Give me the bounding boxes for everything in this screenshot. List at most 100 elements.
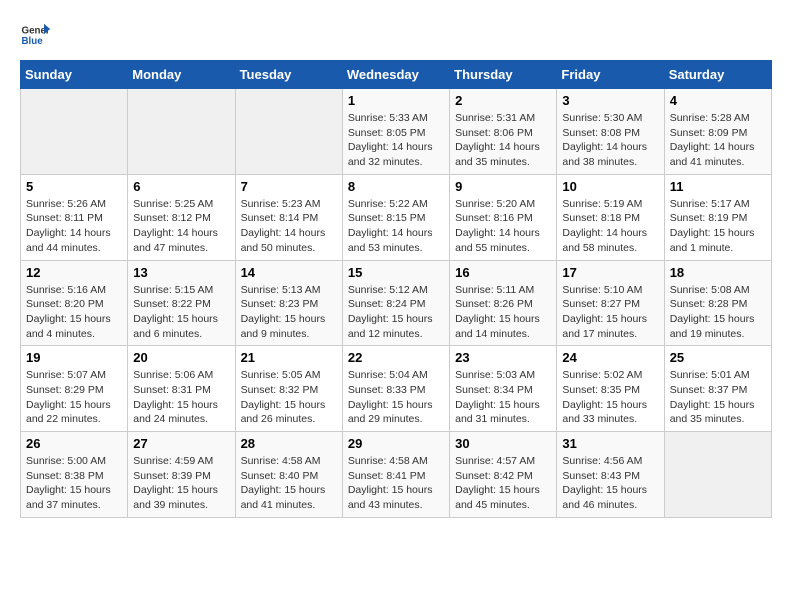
day-number: 27 xyxy=(133,436,229,451)
day-info: Sunrise: 5:10 AM Sunset: 8:27 PM Dayligh… xyxy=(562,283,658,342)
header-row: SundayMondayTuesdayWednesdayThursdayFrid… xyxy=(21,61,772,89)
day-info: Sunrise: 5:07 AM Sunset: 8:29 PM Dayligh… xyxy=(26,368,122,427)
day-info: Sunrise: 5:22 AM Sunset: 8:15 PM Dayligh… xyxy=(348,197,444,256)
day-number: 20 xyxy=(133,350,229,365)
calendar-cell: 18Sunrise: 5:08 AM Sunset: 8:28 PM Dayli… xyxy=(664,260,771,346)
day-info: Sunrise: 5:06 AM Sunset: 8:31 PM Dayligh… xyxy=(133,368,229,427)
day-info: Sunrise: 5:05 AM Sunset: 8:32 PM Dayligh… xyxy=(241,368,337,427)
day-info: Sunrise: 5:28 AM Sunset: 8:09 PM Dayligh… xyxy=(670,111,766,170)
calendar-cell: 16 Sunrise: 5:11 AM Sunset: 8:26 PM Dayli… xyxy=(450,260,557,346)
day-number: 13 xyxy=(133,265,229,280)
calendar-cell: 3 Sunrise: 5:30 AM Sunset: 8:08 PM Daylig… xyxy=(557,89,664,175)
col-header-saturday: Saturday xyxy=(664,61,771,89)
week-row-2: 5 Sunrise: 5:26 AM Sunset: 8:11 PM Daylig… xyxy=(21,174,772,260)
day-info: Sunrise: 5:17 AM Sunset: 8:19 PM Dayligh… xyxy=(670,197,766,256)
calendar-table: SundayMondayTuesdayWednesdayThursdayFrid… xyxy=(20,60,772,518)
day-info: Sunrise: 5:01 AM Sunset: 8:37 PM Dayligh… xyxy=(670,368,766,427)
calendar-cell: 20 Sunrise: 5:06 AM Sunset: 8:31 PM Dayli… xyxy=(128,346,235,432)
logo: General Blue xyxy=(20,20,50,50)
calendar-cell: 5 Sunrise: 5:26 AM Sunset: 8:11 PM Daylig… xyxy=(21,174,128,260)
day-info: Sunrise: 5:03 AM Sunset: 8:34 PM Dayligh… xyxy=(455,368,551,427)
calendar-cell: 14 Sunrise: 5:13 AM Sunset: 8:23 PM Dayli… xyxy=(235,260,342,346)
day-number: 29 xyxy=(348,436,444,451)
calendar-cell: 30 Sunrise: 4:57 AM Sunset: 8:42 PM Dayli… xyxy=(450,432,557,518)
day-number: 23 xyxy=(455,350,551,365)
calendar-cell: 6 Sunrise: 5:25 AM Sunset: 8:12 PM Daylig… xyxy=(128,174,235,260)
day-info: Sunrise: 5:30 AM Sunset: 8:08 PM Dayligh… xyxy=(562,111,658,170)
calendar-cell: 25Sunrise: 5:01 AM Sunset: 8:37 PM Dayli… xyxy=(664,346,771,432)
calendar-cell: 21 Sunrise: 5:05 AM Sunset: 8:32 PM Dayli… xyxy=(235,346,342,432)
day-number: 12 xyxy=(26,265,122,280)
col-header-friday: Friday xyxy=(557,61,664,89)
col-header-tuesday: Tuesday xyxy=(235,61,342,89)
calendar-cell: 29 Sunrise: 4:58 AM Sunset: 8:41 PM Dayli… xyxy=(342,432,449,518)
calendar-cell: 9 Sunrise: 5:20 AM Sunset: 8:16 PM Daylig… xyxy=(450,174,557,260)
day-info: Sunrise: 5:20 AM Sunset: 8:16 PM Dayligh… xyxy=(455,197,551,256)
header: General Blue xyxy=(20,20,772,50)
day-info: Sunrise: 5:11 AM Sunset: 8:26 PM Dayligh… xyxy=(455,283,551,342)
week-row-3: 12 Sunrise: 5:16 AM Sunset: 8:20 PM Dayli… xyxy=(21,260,772,346)
day-number: 28 xyxy=(241,436,337,451)
day-number: 11 xyxy=(670,179,766,194)
calendar-cell: 24 Sunrise: 5:02 AM Sunset: 8:35 PM Dayli… xyxy=(557,346,664,432)
day-number: 16 xyxy=(455,265,551,280)
day-number: 17 xyxy=(562,265,658,280)
day-number: 3 xyxy=(562,93,658,108)
day-info: Sunrise: 5:16 AM Sunset: 8:20 PM Dayligh… xyxy=(26,283,122,342)
day-info: Sunrise: 4:56 AM Sunset: 8:43 PM Dayligh… xyxy=(562,454,658,513)
day-number: 31 xyxy=(562,436,658,451)
calendar-cell: 2 Sunrise: 5:31 AM Sunset: 8:06 PM Daylig… xyxy=(450,89,557,175)
day-number: 9 xyxy=(455,179,551,194)
day-info: Sunrise: 5:02 AM Sunset: 8:35 PM Dayligh… xyxy=(562,368,658,427)
week-row-1: 1Sunrise: 5:33 AM Sunset: 8:05 PM Daylig… xyxy=(21,89,772,175)
day-info: Sunrise: 5:33 AM Sunset: 8:05 PM Dayligh… xyxy=(348,111,444,170)
day-number: 7 xyxy=(241,179,337,194)
day-info: Sunrise: 5:13 AM Sunset: 8:23 PM Dayligh… xyxy=(241,283,337,342)
day-info: Sunrise: 4:58 AM Sunset: 8:40 PM Dayligh… xyxy=(241,454,337,513)
week-row-5: 26Sunrise: 5:00 AM Sunset: 8:38 PM Dayli… xyxy=(21,432,772,518)
day-info: Sunrise: 5:31 AM Sunset: 8:06 PM Dayligh… xyxy=(455,111,551,170)
calendar-cell xyxy=(128,89,235,175)
calendar-cell: 1Sunrise: 5:33 AM Sunset: 8:05 PM Daylig… xyxy=(342,89,449,175)
calendar-cell: 12 Sunrise: 5:16 AM Sunset: 8:20 PM Dayli… xyxy=(21,260,128,346)
day-number: 10 xyxy=(562,179,658,194)
day-number: 6 xyxy=(133,179,229,194)
day-number: 21 xyxy=(241,350,337,365)
day-number: 8 xyxy=(348,179,444,194)
day-number: 15 xyxy=(348,265,444,280)
day-info: Sunrise: 5:00 AM Sunset: 8:38 PM Dayligh… xyxy=(26,454,122,513)
calendar-cell: 15 Sunrise: 5:12 AM Sunset: 8:24 PM Dayli… xyxy=(342,260,449,346)
day-number: 30 xyxy=(455,436,551,451)
calendar-cell xyxy=(664,432,771,518)
day-info: Sunrise: 5:19 AM Sunset: 8:18 PM Dayligh… xyxy=(562,197,658,256)
day-number: 14 xyxy=(241,265,337,280)
col-header-wednesday: Wednesday xyxy=(342,61,449,89)
calendar-cell: 7 Sunrise: 5:23 AM Sunset: 8:14 PM Daylig… xyxy=(235,174,342,260)
calendar-cell: 23 Sunrise: 5:03 AM Sunset: 8:34 PM Dayli… xyxy=(450,346,557,432)
calendar-cell xyxy=(235,89,342,175)
calendar-cell: 10 Sunrise: 5:19 AM Sunset: 8:18 PM Dayli… xyxy=(557,174,664,260)
calendar-cell: 26Sunrise: 5:00 AM Sunset: 8:38 PM Dayli… xyxy=(21,432,128,518)
calendar-cell: 22 Sunrise: 5:04 AM Sunset: 8:33 PM Dayli… xyxy=(342,346,449,432)
day-info: Sunrise: 5:04 AM Sunset: 8:33 PM Dayligh… xyxy=(348,368,444,427)
calendar-cell: 8 Sunrise: 5:22 AM Sunset: 8:15 PM Daylig… xyxy=(342,174,449,260)
day-number: 5 xyxy=(26,179,122,194)
calendar-cell: 17 Sunrise: 5:10 AM Sunset: 8:27 PM Dayli… xyxy=(557,260,664,346)
col-header-thursday: Thursday xyxy=(450,61,557,89)
calendar-cell: 4 Sunrise: 5:28 AM Sunset: 8:09 PM Daylig… xyxy=(664,89,771,175)
day-info: Sunrise: 4:57 AM Sunset: 8:42 PM Dayligh… xyxy=(455,454,551,513)
day-info: Sunrise: 4:59 AM Sunset: 8:39 PM Dayligh… xyxy=(133,454,229,513)
day-info: Sunrise: 5:23 AM Sunset: 8:14 PM Dayligh… xyxy=(241,197,337,256)
day-info: Sunrise: 5:26 AM Sunset: 8:11 PM Dayligh… xyxy=(26,197,122,256)
day-number: 22 xyxy=(348,350,444,365)
calendar-cell: 28 Sunrise: 4:58 AM Sunset: 8:40 PM Dayli… xyxy=(235,432,342,518)
day-info: Sunrise: 5:12 AM Sunset: 8:24 PM Dayligh… xyxy=(348,283,444,342)
calendar-cell xyxy=(21,89,128,175)
calendar-cell: 31 Sunrise: 4:56 AM Sunset: 8:43 PM Dayli… xyxy=(557,432,664,518)
day-info: Sunrise: 4:58 AM Sunset: 8:41 PM Dayligh… xyxy=(348,454,444,513)
day-number: 24 xyxy=(562,350,658,365)
day-number: 2 xyxy=(455,93,551,108)
day-info: Sunrise: 5:25 AM Sunset: 8:12 PM Dayligh… xyxy=(133,197,229,256)
day-number: 4 xyxy=(670,93,766,108)
calendar-cell: 19Sunrise: 5:07 AM Sunset: 8:29 PM Dayli… xyxy=(21,346,128,432)
